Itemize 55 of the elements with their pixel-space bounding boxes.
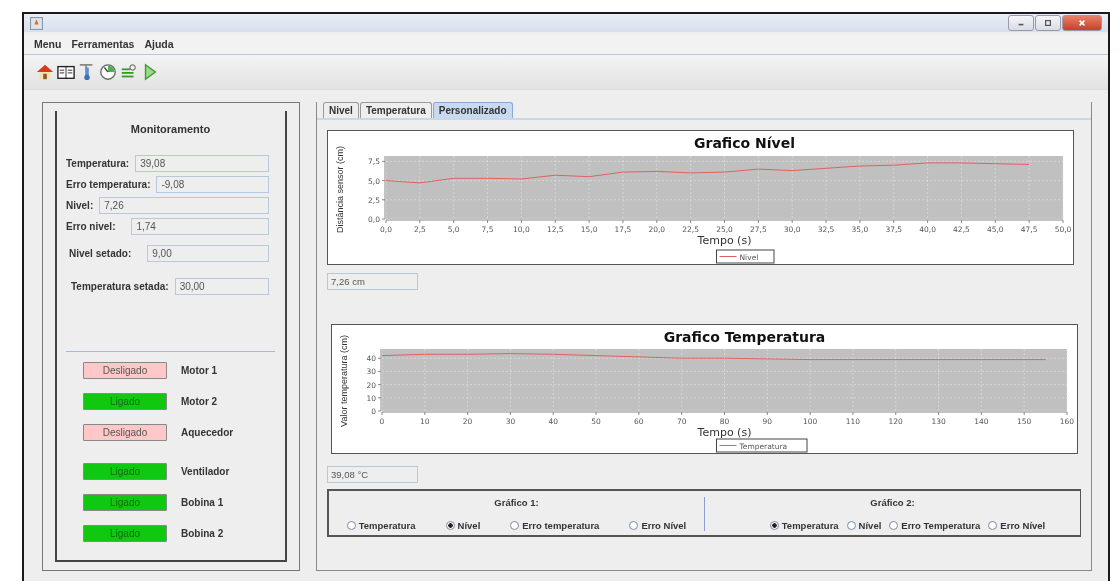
axis-title: Distância sensor (cm) bbox=[335, 146, 345, 233]
y-axis bbox=[381, 155, 386, 220]
radio-button[interactable]: Erro Nível bbox=[988, 520, 1046, 531]
close-button[interactable] bbox=[1062, 15, 1102, 31]
menu-item[interactable]: Ferramentas bbox=[71, 38, 135, 50]
value-field[interactable]: -9,08 bbox=[156, 176, 269, 193]
axis-title: Valor temperatura (cm) bbox=[339, 335, 349, 427]
device-label: Ventilador bbox=[181, 466, 230, 477]
reading-field[interactable]: 39,08 °C bbox=[327, 466, 418, 483]
device-label: Bobina 1 bbox=[181, 497, 224, 508]
device-label: Motor 1 bbox=[181, 365, 218, 376]
group-title: Gráfico 2: bbox=[870, 497, 915, 508]
value-field[interactable]: 9,00 bbox=[147, 245, 269, 262]
menu-item[interactable]: Ajuda bbox=[144, 38, 174, 50]
field-label: Temperatura setada: bbox=[71, 281, 169, 292]
reading-field[interactable]: 7,26 cm bbox=[327, 273, 418, 290]
radio-button[interactable]: Erro Temperatura bbox=[889, 520, 981, 531]
chart-title: Grafico Nível bbox=[694, 135, 795, 151]
gauge-icon[interactable] bbox=[99, 63, 117, 81]
field-label: Erro nivel: bbox=[66, 221, 116, 232]
chart-title: Grafico Temperatura bbox=[663, 329, 826, 345]
radio-button[interactable]: Temperatura bbox=[769, 520, 839, 531]
maximize-button[interactable] bbox=[1035, 15, 1061, 31]
close-icon bbox=[1077, 19, 1087, 27]
axis-title: Tempo (s) bbox=[697, 426, 752, 439]
group-title: Gráfico 1: bbox=[494, 497, 539, 508]
radio-button[interactable]: Nível bbox=[846, 520, 882, 531]
field-label: Temperatura: bbox=[66, 158, 130, 169]
value-field[interactable]: 1,74 bbox=[131, 218, 269, 235]
app-icon bbox=[30, 16, 43, 30]
field-label: Nivel: bbox=[66, 200, 94, 211]
maximize-icon bbox=[1043, 19, 1053, 27]
device-label: Motor 2 bbox=[181, 396, 218, 407]
radio-button[interactable]: Temperatura bbox=[346, 520, 416, 531]
tab[interactable]: Personalizado bbox=[432, 102, 513, 118]
menu-item[interactable]: Menu bbox=[34, 38, 62, 50]
axis-title: Tempo (s) bbox=[697, 234, 752, 247]
y-axis bbox=[377, 348, 382, 412]
panel-title: Monitoramento bbox=[129, 123, 212, 135]
tab[interactable]: Nivel bbox=[323, 102, 359, 118]
radio-button[interactable]: Nível bbox=[445, 520, 481, 531]
field-label: Nivel setado: bbox=[69, 248, 132, 259]
value-field[interactable]: 30,00 bbox=[174, 278, 269, 295]
device-label: Aquecedor bbox=[181, 427, 234, 438]
device-label: Bobina 2 bbox=[181, 528, 224, 539]
toggle-button[interactable]: Desligado bbox=[83, 362, 167, 379]
tab[interactable]: Temperatura bbox=[359, 102, 432, 118]
field-label: Erro temperatura: bbox=[66, 179, 151, 190]
house-icon[interactable] bbox=[36, 63, 54, 81]
value-field[interactable]: 39,08 bbox=[135, 155, 269, 172]
value-field[interactable]: 7,26 bbox=[99, 197, 269, 214]
radio-button[interactable]: Erro temperatura bbox=[510, 520, 600, 531]
toggle-button[interactable]: Desligado bbox=[83, 424, 167, 441]
book-icon[interactable] bbox=[57, 63, 75, 81]
radio-button[interactable]: Erro Nível bbox=[629, 520, 687, 531]
